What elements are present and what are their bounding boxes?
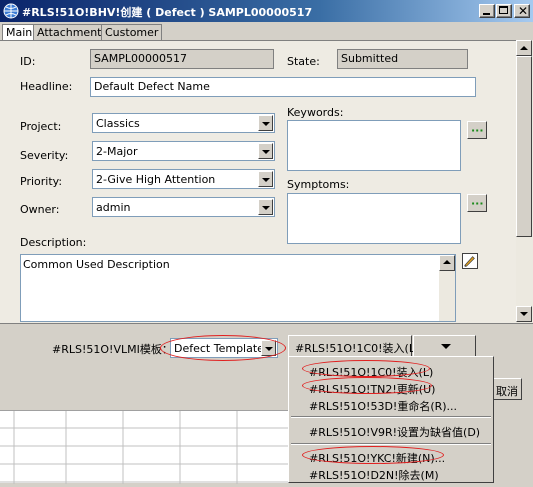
menu-item-remove[interactable]: #RLS!51O!D2N!除去(M) xyxy=(309,467,439,483)
scroll-up-button[interactable] xyxy=(439,255,455,271)
results-grid[interactable] xyxy=(0,410,288,484)
headline-input[interactable]: Default Defect Name xyxy=(90,77,476,97)
minimize-icon xyxy=(483,13,490,15)
scroll-thumb[interactable] xyxy=(516,56,532,237)
owner-label: Owner: xyxy=(20,203,60,216)
menu-separator xyxy=(291,416,491,418)
keywords-input[interactable] xyxy=(287,120,461,171)
chevron-down-icon[interactable] xyxy=(258,115,273,131)
highlight-ring xyxy=(302,446,444,464)
maximize-button[interactable] xyxy=(496,4,512,18)
highlight-ring xyxy=(302,377,432,394)
project-select[interactable]: Classics xyxy=(92,113,275,133)
tab-main[interactable]: Main xyxy=(2,24,37,41)
symptoms-label: Symptoms: xyxy=(287,178,350,191)
menu-separator xyxy=(291,443,491,445)
state-label: State: xyxy=(287,55,320,68)
edit-pencil-icon[interactable] xyxy=(462,253,478,269)
menu-item-rename[interactable]: #RLS!51O!53D!重命名(R)... xyxy=(309,398,457,414)
keywords-browse-button[interactable]: ··· xyxy=(467,121,487,139)
chevron-up-icon xyxy=(443,260,451,264)
template-menu-dropdown-button[interactable] xyxy=(413,335,476,357)
main-scrollbar[interactable] xyxy=(516,40,533,323)
title-bar[interactable]: #RLS!51O!BHV!创建 ( Defect ) SAMPL00000517… xyxy=(0,0,533,22)
globe-icon xyxy=(3,3,19,19)
tab-customer[interactable]: Customer xyxy=(101,24,163,40)
owner-select[interactable]: admin xyxy=(92,197,275,217)
window-title: #RLS!51O!BHV!创建 ( Defect ) SAMPL00000517 xyxy=(22,6,313,19)
description-text: Common Used Description xyxy=(23,258,170,271)
tab-attachments[interactable]: Attachments xyxy=(33,24,112,40)
maximize-icon xyxy=(499,6,508,14)
close-icon: ✕ xyxy=(518,4,529,18)
dots-icon: ··· xyxy=(471,124,484,137)
highlight-ring xyxy=(302,360,430,377)
scroll-down-button[interactable] xyxy=(516,306,532,322)
priority-value: 2-Give High Attention xyxy=(96,173,216,186)
symptoms-browse-button[interactable]: ··· xyxy=(467,194,487,212)
dots-icon: ··· xyxy=(471,197,484,210)
priority-label: Priority: xyxy=(20,175,63,188)
chevron-down-icon[interactable] xyxy=(258,171,273,187)
severity-select[interactable]: 2-Major xyxy=(92,141,275,161)
template-label: #RLS!51O!VLMI模板： xyxy=(52,343,173,356)
description-label: Description: xyxy=(20,236,87,249)
id-label: ID: xyxy=(20,55,36,68)
scroll-up-button[interactable] xyxy=(516,40,532,56)
chevron-down-icon[interactable] xyxy=(258,143,273,159)
project-value: Classics xyxy=(96,117,140,130)
minimize-button[interactable] xyxy=(479,4,495,18)
keywords-label: Keywords: xyxy=(287,106,344,119)
chevron-down-icon xyxy=(441,344,451,349)
highlight-ring xyxy=(160,335,286,361)
project-label: Project: xyxy=(20,120,62,133)
description-scrollbar[interactable] xyxy=(439,255,455,321)
headline-label: Headline: xyxy=(20,80,73,93)
id-field: SAMPL00000517 xyxy=(90,49,274,69)
chevron-up-icon xyxy=(520,46,528,50)
main-panel: ID: SAMPL00000517 State: Submitted Headl… xyxy=(0,40,516,323)
priority-select[interactable]: 2-Give High Attention xyxy=(92,169,275,189)
close-button[interactable]: ✕ xyxy=(514,4,530,18)
severity-value: 2-Major xyxy=(96,145,138,158)
severity-label: Severity: xyxy=(20,149,69,162)
chevron-down-icon xyxy=(520,312,528,316)
menu-item-set-default[interactable]: #RLS!51O!V9R!设置为缺省值(D) xyxy=(309,424,480,440)
description-input[interactable]: Common Used Description xyxy=(20,254,456,322)
chevron-down-icon[interactable] xyxy=(258,199,273,215)
load-template-button[interactable]: #RLS!51O!1C0!装入(L) xyxy=(288,335,419,357)
grid-lines xyxy=(0,411,288,484)
symptoms-input[interactable] xyxy=(287,193,461,244)
state-field: Submitted xyxy=(337,49,468,69)
owner-value: admin xyxy=(96,201,131,214)
